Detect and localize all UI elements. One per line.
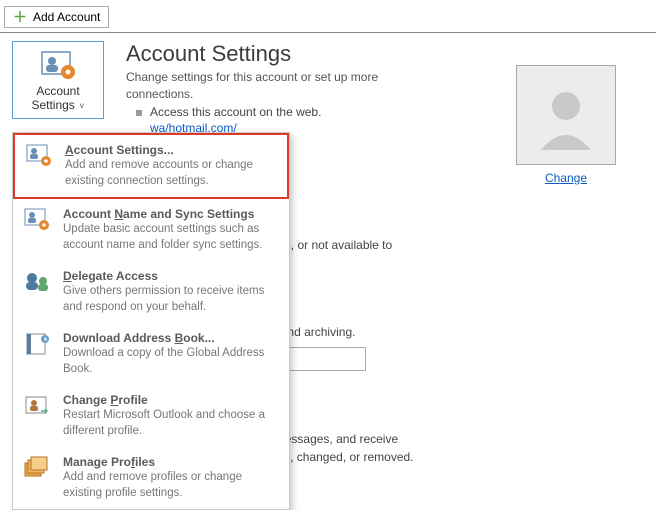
account-settings-icon bbox=[25, 143, 55, 169]
sync-settings-icon bbox=[23, 207, 53, 233]
menu-item-sub: Restart Microsoft Outlook and choose a d… bbox=[63, 408, 279, 439]
menu-item-title: Change Profile bbox=[63, 393, 279, 407]
menu-item-5[interactable]: Manage ProfilesAdd and remove profiles o… bbox=[13, 447, 289, 509]
menu-item-1[interactable]: Account Name and Sync SettingsUpdate bas… bbox=[13, 199, 289, 261]
bullet-text: Access this account on the web. bbox=[150, 105, 321, 119]
chevron-down-icon: ˅ bbox=[77, 101, 85, 111]
menu-item-4[interactable]: Change ProfileRestart Microsoft Outlook … bbox=[13, 385, 289, 447]
menu-item-sub: Add and remove accounts or change existi… bbox=[65, 158, 277, 189]
address-book-icon bbox=[23, 331, 53, 357]
menu-item-0[interactable]: Account Settings...Add and remove accoun… bbox=[13, 133, 289, 199]
add-account-button[interactable]: ＋ Add Account bbox=[4, 6, 109, 28]
add-account-label: Add Account bbox=[33, 10, 100, 24]
manage-profiles-icon bbox=[23, 455, 53, 481]
page-title: Account Settings bbox=[126, 41, 656, 67]
menu-item-title: Download Address Book... bbox=[63, 331, 279, 345]
big-btn-line2: Settings bbox=[31, 98, 74, 112]
page-desc: Change settings for this account or set … bbox=[126, 69, 426, 103]
menu-item-title: Account Settings... bbox=[65, 143, 277, 157]
menu-item-3[interactable]: Download Address Book...Download a copy … bbox=[13, 323, 289, 385]
menu-item-sub: Add and remove profiles or change existi… bbox=[63, 470, 279, 501]
account-settings-big-icon bbox=[38, 50, 78, 80]
plus-icon: ＋ bbox=[13, 11, 27, 23]
avatar bbox=[516, 65, 616, 165]
menu-item-title: Manage Profiles bbox=[63, 455, 279, 469]
menu-item-sub: Update basic account settings such as ac… bbox=[63, 222, 279, 253]
menu-item-sub: Download a copy of the Global Address Bo… bbox=[63, 346, 279, 377]
big-btn-line1: Account bbox=[36, 84, 79, 98]
menu-item-sub: Give others permission to receive items … bbox=[63, 284, 279, 315]
change-profile-icon bbox=[23, 393, 53, 419]
menu-item-title: Account Name and Sync Settings bbox=[63, 207, 279, 221]
change-photo-link[interactable]: Change bbox=[545, 171, 587, 185]
account-settings-button[interactable]: Account Settings ˅ bbox=[12, 41, 104, 119]
bullet-icon bbox=[136, 110, 142, 116]
delegate-icon bbox=[23, 269, 53, 295]
menu-item-title: Delegate Access bbox=[63, 269, 279, 283]
account-settings-menu: Account Settings...Add and remove accoun… bbox=[12, 132, 290, 510]
menu-item-2[interactable]: Delegate AccessGive others permission to… bbox=[13, 261, 289, 323]
